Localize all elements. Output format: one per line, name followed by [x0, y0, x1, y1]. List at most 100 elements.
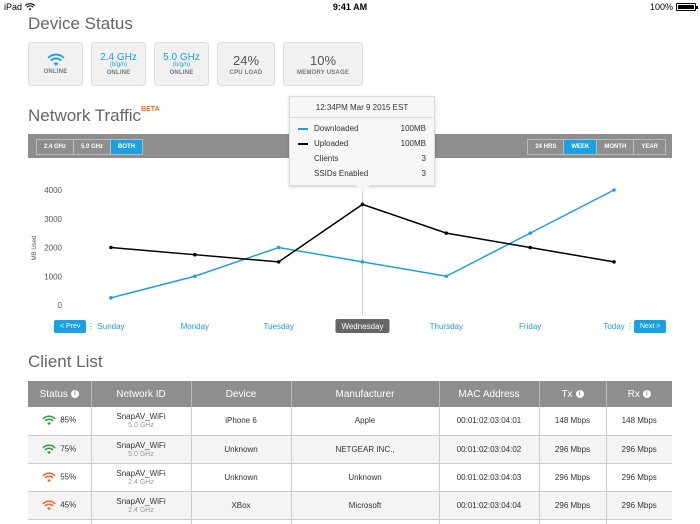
- device-cell: Unknown: [191, 435, 292, 464]
- mac-cell: 00:01:02:03:04:02: [439, 435, 540, 464]
- col-label: Status: [39, 388, 68, 400]
- network-band: 5.0 GHz: [128, 450, 154, 458]
- device-cell: Unknown: [191, 463, 292, 492]
- data-point: [528, 245, 532, 250]
- data-point: [109, 296, 113, 300]
- network-cell: SnapAV_WiFi 5.0 GHz: [91, 435, 192, 464]
- tile-sub: (b/g/n): [109, 62, 128, 68]
- next-button[interactable]: Next >: [634, 320, 667, 333]
- wifi-signal-icon: [42, 471, 56, 482]
- col-label: Manufacturer: [335, 388, 395, 400]
- info-icon[interactable]: i: [575, 389, 584, 398]
- band-tab-50[interactable]: 5.0 GHz: [74, 140, 112, 154]
- device-status-title: Device Status: [28, 14, 133, 33]
- rx-cell: 296 Mbps: [606, 463, 672, 492]
- range-tab-month[interactable]: MONTH: [597, 140, 635, 154]
- tooltip-row-clients: Clients 3: [290, 151, 434, 166]
- network-id: SnapAV_WiFi: [116, 412, 166, 422]
- col-manufacturer[interactable]: Manufacturer: [291, 381, 440, 407]
- client-table: Status i Network ID Device Manufacturer M…: [28, 381, 672, 524]
- tile-caption: ONLINE: [106, 70, 131, 76]
- col-tx[interactable]: Tx i: [539, 381, 607, 407]
- client-list-title: Client List: [28, 352, 103, 371]
- col-network-id[interactable]: Network ID: [91, 381, 192, 407]
- x-tick-label: Today: [603, 322, 624, 331]
- mac-cell: [439, 519, 540, 524]
- signal-strength: 55%: [60, 472, 77, 482]
- x-tick-label: Tuesday: [263, 322, 293, 331]
- range-tab-week[interactable]: WEEK: [564, 140, 598, 154]
- network-cell: SnapAV_WiFi 2.4 GHz: [91, 463, 192, 492]
- data-point: [109, 245, 113, 250]
- y-axis-label: MB Used: [32, 236, 38, 261]
- range-tab-year[interactable]: YEAR: [634, 140, 665, 154]
- wifi-icon: [46, 53, 65, 66]
- clock: 9:41 AM: [332, 2, 368, 12]
- band-24-tile[interactable]: 2.4 GHz (b/g/n) ONLINE: [91, 42, 146, 86]
- table-row[interactable]: 45% SnapAV_WiFi 2.4 GHz XBox Microsoft 00:01:…: [28, 491, 672, 520]
- device-status-tiles: ONLINE 2.4 GHz (b/g/n) ONLINE 5.0 GHz (b…: [28, 42, 363, 86]
- x-tick-label: Monday: [181, 322, 209, 331]
- network-cell: SnapAV_WiFi 2.4 GHz: [91, 491, 192, 520]
- tx-cell: 148 Mbps: [539, 407, 607, 436]
- tile-sub: (b/g/n): [172, 62, 191, 68]
- tooltip-label: Clients: [314, 154, 339, 163]
- table-row[interactable]: 75% SnapAV_WiFi 5.0 GHz Unknown NETGEAR INC.…: [28, 435, 672, 464]
- network-id: SnapAV_WiFi: [116, 496, 166, 506]
- tile-caption: MEMORY USAGE: [296, 69, 350, 76]
- next-handle-icon: ⋮: [626, 322, 634, 331]
- rx-cell: [606, 519, 672, 524]
- tile-caption: ONLINE: [43, 69, 68, 75]
- network-traffic-title-text: Network Traffic: [28, 106, 142, 125]
- info-icon[interactable]: i: [642, 389, 651, 398]
- col-label: Device: [225, 388, 257, 400]
- band-tab-both[interactable]: BOTH: [111, 140, 143, 154]
- col-mac[interactable]: MAC Address: [439, 381, 540, 407]
- data-point: [528, 231, 532, 235]
- memory-usage-tile[interactable]: 10% MEMORY USAGE: [283, 42, 363, 86]
- network-band: 5.0 GHz: [128, 422, 154, 430]
- data-point: [193, 274, 197, 279]
- info-icon[interactable]: i: [70, 389, 79, 398]
- col-device[interactable]: Device: [191, 381, 292, 407]
- battery-percent: 100%: [649, 2, 673, 12]
- data-point: [276, 245, 281, 250]
- y-tick-label: 3000: [44, 215, 62, 224]
- mac-cell: 00:01:02:03:04:01: [439, 407, 540, 436]
- col-status[interactable]: Status i: [28, 381, 92, 407]
- table-row[interactable]: 85% SnapAV_WiFi 5.0 GHz iPhone 6 Apple 00:01:…: [28, 407, 672, 436]
- tooltip-row-uploaded: Uploaded 100MB: [290, 136, 434, 151]
- table-row[interactable]: 55% SnapAV_WiFi 2.4 GHz Unknown Unknown 00:01…: [28, 463, 672, 492]
- col-label: MAC Address: [458, 388, 520, 400]
- network-traffic-chart[interactable]: MB Used 0 1000 2000 3000 4000 Sunday Monday Tues…: [28, 160, 672, 338]
- col-label: Tx: [561, 388, 573, 400]
- beta-badge: BETA: [141, 106, 160, 113]
- band-50-tile[interactable]: 5.0 GHz (b/g/n) ONLINE: [154, 42, 209, 86]
- signal-strength: 75%: [60, 444, 77, 454]
- range-tab-24hrs[interactable]: 24 HRS: [528, 140, 565, 154]
- cpu-load-tile[interactable]: 24% CPU LOAD: [217, 42, 275, 86]
- device-cell: XBox: [191, 491, 292, 520]
- uploaded-swatch: [298, 142, 308, 145]
- wifi-status-tile[interactable]: ONLINE: [28, 42, 83, 86]
- table-row[interactable]: SnapAV_WiFi: [28, 519, 672, 524]
- network-id: SnapAV_WiFi: [116, 468, 166, 478]
- tooltip-value: 3: [421, 154, 426, 163]
- data-point: [276, 260, 281, 264]
- x-tick-label: Thursday: [430, 322, 463, 331]
- data-point: [193, 252, 197, 257]
- mac-cell: 00:01:02:03:04:03: [439, 463, 540, 492]
- tile-value: 10%: [309, 52, 337, 68]
- signal-strength: 85%: [60, 415, 77, 425]
- data-point: [360, 202, 365, 207]
- x-tick-label: Sunday: [97, 322, 124, 331]
- wifi-signal-icon: [42, 443, 56, 454]
- mac-cell: 00:01:02:03:04:04: [439, 491, 540, 520]
- chart-tooltip: 12:34PM Mar 9 2015 EST Downloaded 100MB …: [289, 96, 435, 192]
- data-point: [444, 231, 449, 235]
- prev-button[interactable]: < Prev: [54, 320, 87, 333]
- col-rx[interactable]: Rx i: [606, 381, 672, 407]
- band-tab-24[interactable]: 2.4 GHz: [37, 140, 75, 154]
- battery-icon: [676, 3, 698, 11]
- signal-strength: 45%: [60, 500, 77, 510]
